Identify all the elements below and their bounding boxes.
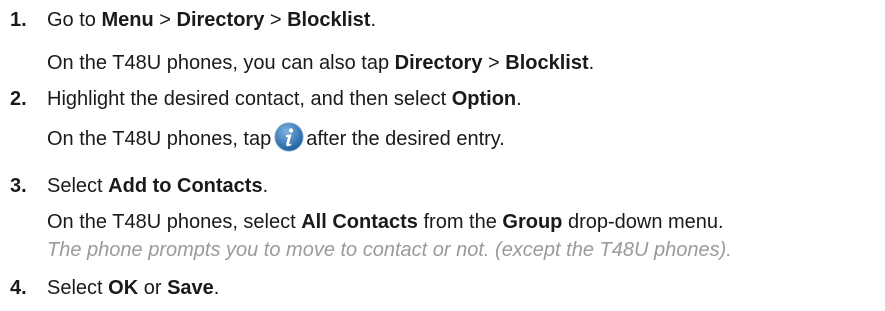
text: On the T48U phones, tap [47, 128, 272, 150]
menu-term: Menu [101, 9, 154, 31]
all-contacts-term: All Contacts [301, 211, 418, 233]
period: . [370, 9, 377, 31]
text: On the T48U phones, you can also tap [47, 52, 395, 74]
directory-term: Directory [176, 9, 265, 31]
save-term: Save [167, 277, 214, 299]
text: On the T48U phones, select [47, 211, 302, 233]
step-number: 1. [10, 9, 27, 31]
step-2-text: Highlight the desired contact, and then … [47, 87, 522, 111]
step-3-note: The phone prompts you to move to contact… [47, 239, 732, 261]
step-1-sub: On the T48U phones, you can also tap Dir… [47, 51, 594, 75]
period: . [516, 88, 522, 110]
text: after the desired entry. [306, 128, 505, 150]
text: Select [47, 277, 109, 299]
text: or [138, 277, 168, 299]
step-number: 4. [10, 277, 27, 299]
add-to-contacts-term: Add to Contacts [108, 175, 263, 197]
period: . [262, 175, 269, 197]
blocklist-term: Blocklist [287, 9, 371, 31]
blocklist-term: Blocklist [505, 52, 589, 74]
period: . [213, 277, 220, 299]
period: . [588, 52, 595, 74]
info-icon [274, 122, 304, 152]
text: Go to [47, 9, 102, 31]
step-4-text: Select OK or Save. [47, 276, 219, 300]
step-1-text: Go to Menu > Directory > Blocklist. [47, 8, 376, 32]
step-3-sub: On the T48U phones, select All Contacts … [47, 210, 724, 234]
text: from the [417, 211, 503, 233]
step-2-sub: On the T48U phones, tap after the desire… [47, 122, 505, 152]
group-term: Group [502, 211, 563, 233]
ok-term: OK [108, 277, 139, 299]
separator: > [264, 9, 288, 31]
text: Highlight the desired contact, and then … [47, 88, 452, 110]
separator: > [482, 52, 506, 74]
directory-term: Directory [394, 52, 483, 74]
text: Select [47, 175, 109, 197]
step-3-text: Select Add to Contacts. [47, 174, 268, 198]
step-number: 3. [10, 175, 27, 197]
step-number: 2. [10, 88, 27, 110]
separator: > [153, 9, 177, 31]
text: drop-down menu. [562, 211, 724, 233]
option-term: Option [451, 88, 517, 110]
